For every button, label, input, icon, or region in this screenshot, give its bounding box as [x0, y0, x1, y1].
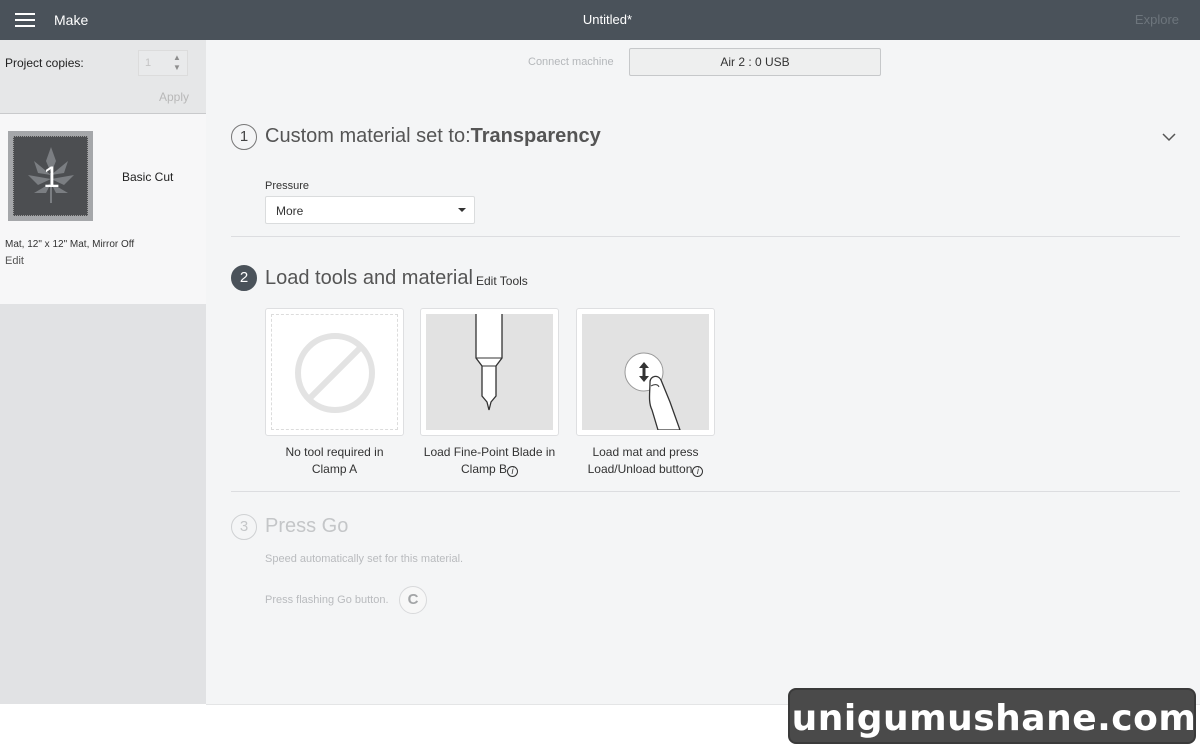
- load-unload-button-icon: [624, 352, 681, 430]
- divider: [231, 491, 1180, 492]
- document-title: Untitled*: [582, 12, 633, 27]
- tool-caption-clamp-b: Load Fine-Point Blade in Clamp Bi: [420, 444, 559, 478]
- fine-point-blade-icon: [475, 314, 503, 411]
- tool-caption-clamp-a: No tool required in Clamp A: [265, 444, 404, 478]
- tool-caption-line: No tool required in: [285, 445, 384, 459]
- pressure-label: Pressure: [265, 180, 310, 192]
- step-1-material: Transparency: [470, 125, 601, 147]
- step-1-title: Custom material set to:Transparency: [265, 125, 601, 148]
- increment-arrow-icon[interactable]: ▲: [172, 53, 182, 63]
- decrement-arrow-icon[interactable]: ▼: [172, 63, 182, 73]
- speed-note: Speed automatically set for this materia…: [265, 553, 464, 565]
- pressure-value: More: [276, 204, 304, 218]
- step-2-title: Load tools and material: [265, 267, 473, 289]
- mat-panel: 1 Basic Cut Mat, 12" x 12" Mat, Mirror O…: [0, 114, 206, 304]
- mat-edit-link[interactable]: Edit: [5, 255, 24, 267]
- project-copies-panel: Project copies: 1 ▲ ▼ Apply: [0, 40, 206, 114]
- go-button-icon: C: [399, 586, 427, 614]
- apply-button[interactable]: Apply: [159, 90, 189, 104]
- tool-caption-line: Clamp B: [460, 462, 507, 476]
- step-3-number: 3: [231, 514, 257, 540]
- mat-thumbnail[interactable]: 1: [8, 131, 93, 221]
- watermark-logo: unigumushane.com: [788, 688, 1196, 744]
- mat-description: Mat, 12" x 12" Mat, Mirror Off: [5, 239, 135, 250]
- divider: [231, 236, 1180, 237]
- tool-caption-line: Clamp A: [311, 462, 358, 476]
- tool-caption-load-mat: Load mat and press Load/Unload button i: [576, 444, 715, 478]
- info-icon[interactable]: i: [507, 466, 518, 477]
- mat-number: 1: [43, 161, 60, 194]
- step-3-title: Press Go: [265, 515, 349, 537]
- tool-card-clamp-a: [265, 308, 404, 436]
- info-icon[interactable]: i: [692, 466, 704, 477]
- tool-caption-line: Load/Unload button: [587, 462, 693, 476]
- project-copies-value[interactable]: 1: [145, 57, 151, 69]
- step-1-title-prefix: Custom material set to:: [265, 125, 471, 147]
- tool-caption-line: Load mat and press: [592, 445, 699, 459]
- pressure-dropdown[interactable]: More: [265, 196, 475, 224]
- connect-machine-label: Connect machine: [528, 56, 614, 68]
- project-copies-stepper[interactable]: 1 ▲ ▼: [138, 50, 188, 76]
- chevron-down-icon[interactable]: [1162, 130, 1176, 144]
- caret-down-icon: [458, 208, 466, 212]
- explore-button[interactable]: Explore: [1135, 12, 1179, 27]
- step-2-number: 2: [231, 265, 257, 291]
- main-panel: Connect machine Air 2 : 0 USB 1 Custom m…: [206, 40, 1200, 704]
- left-sidebar: Project copies: 1 ▲ ▼ Apply 1 Basic Cut …: [0, 40, 206, 751]
- edit-tools-link[interactable]: Edit Tools: [476, 274, 528, 288]
- project-copies-label: Project copies:: [5, 56, 84, 70]
- step-1-number: 1: [231, 124, 257, 150]
- tool-card-clamp-b: [420, 308, 559, 436]
- mat-name: Basic Cut: [122, 170, 174, 184]
- watermark-text: unigumushane.com: [791, 698, 1197, 739]
- tool-caption-line: Load Fine-Point Blade in: [423, 445, 556, 459]
- sidebar-footer: [0, 704, 206, 751]
- connect-machine-button[interactable]: Air 2 : 0 USB: [629, 48, 881, 76]
- no-tool-icon: [295, 333, 375, 413]
- tool-card-load-mat: [576, 308, 715, 436]
- top-bar: Make Untitled* Explore: [0, 0, 1200, 40]
- go-note: Press flashing Go button.: [265, 594, 389, 606]
